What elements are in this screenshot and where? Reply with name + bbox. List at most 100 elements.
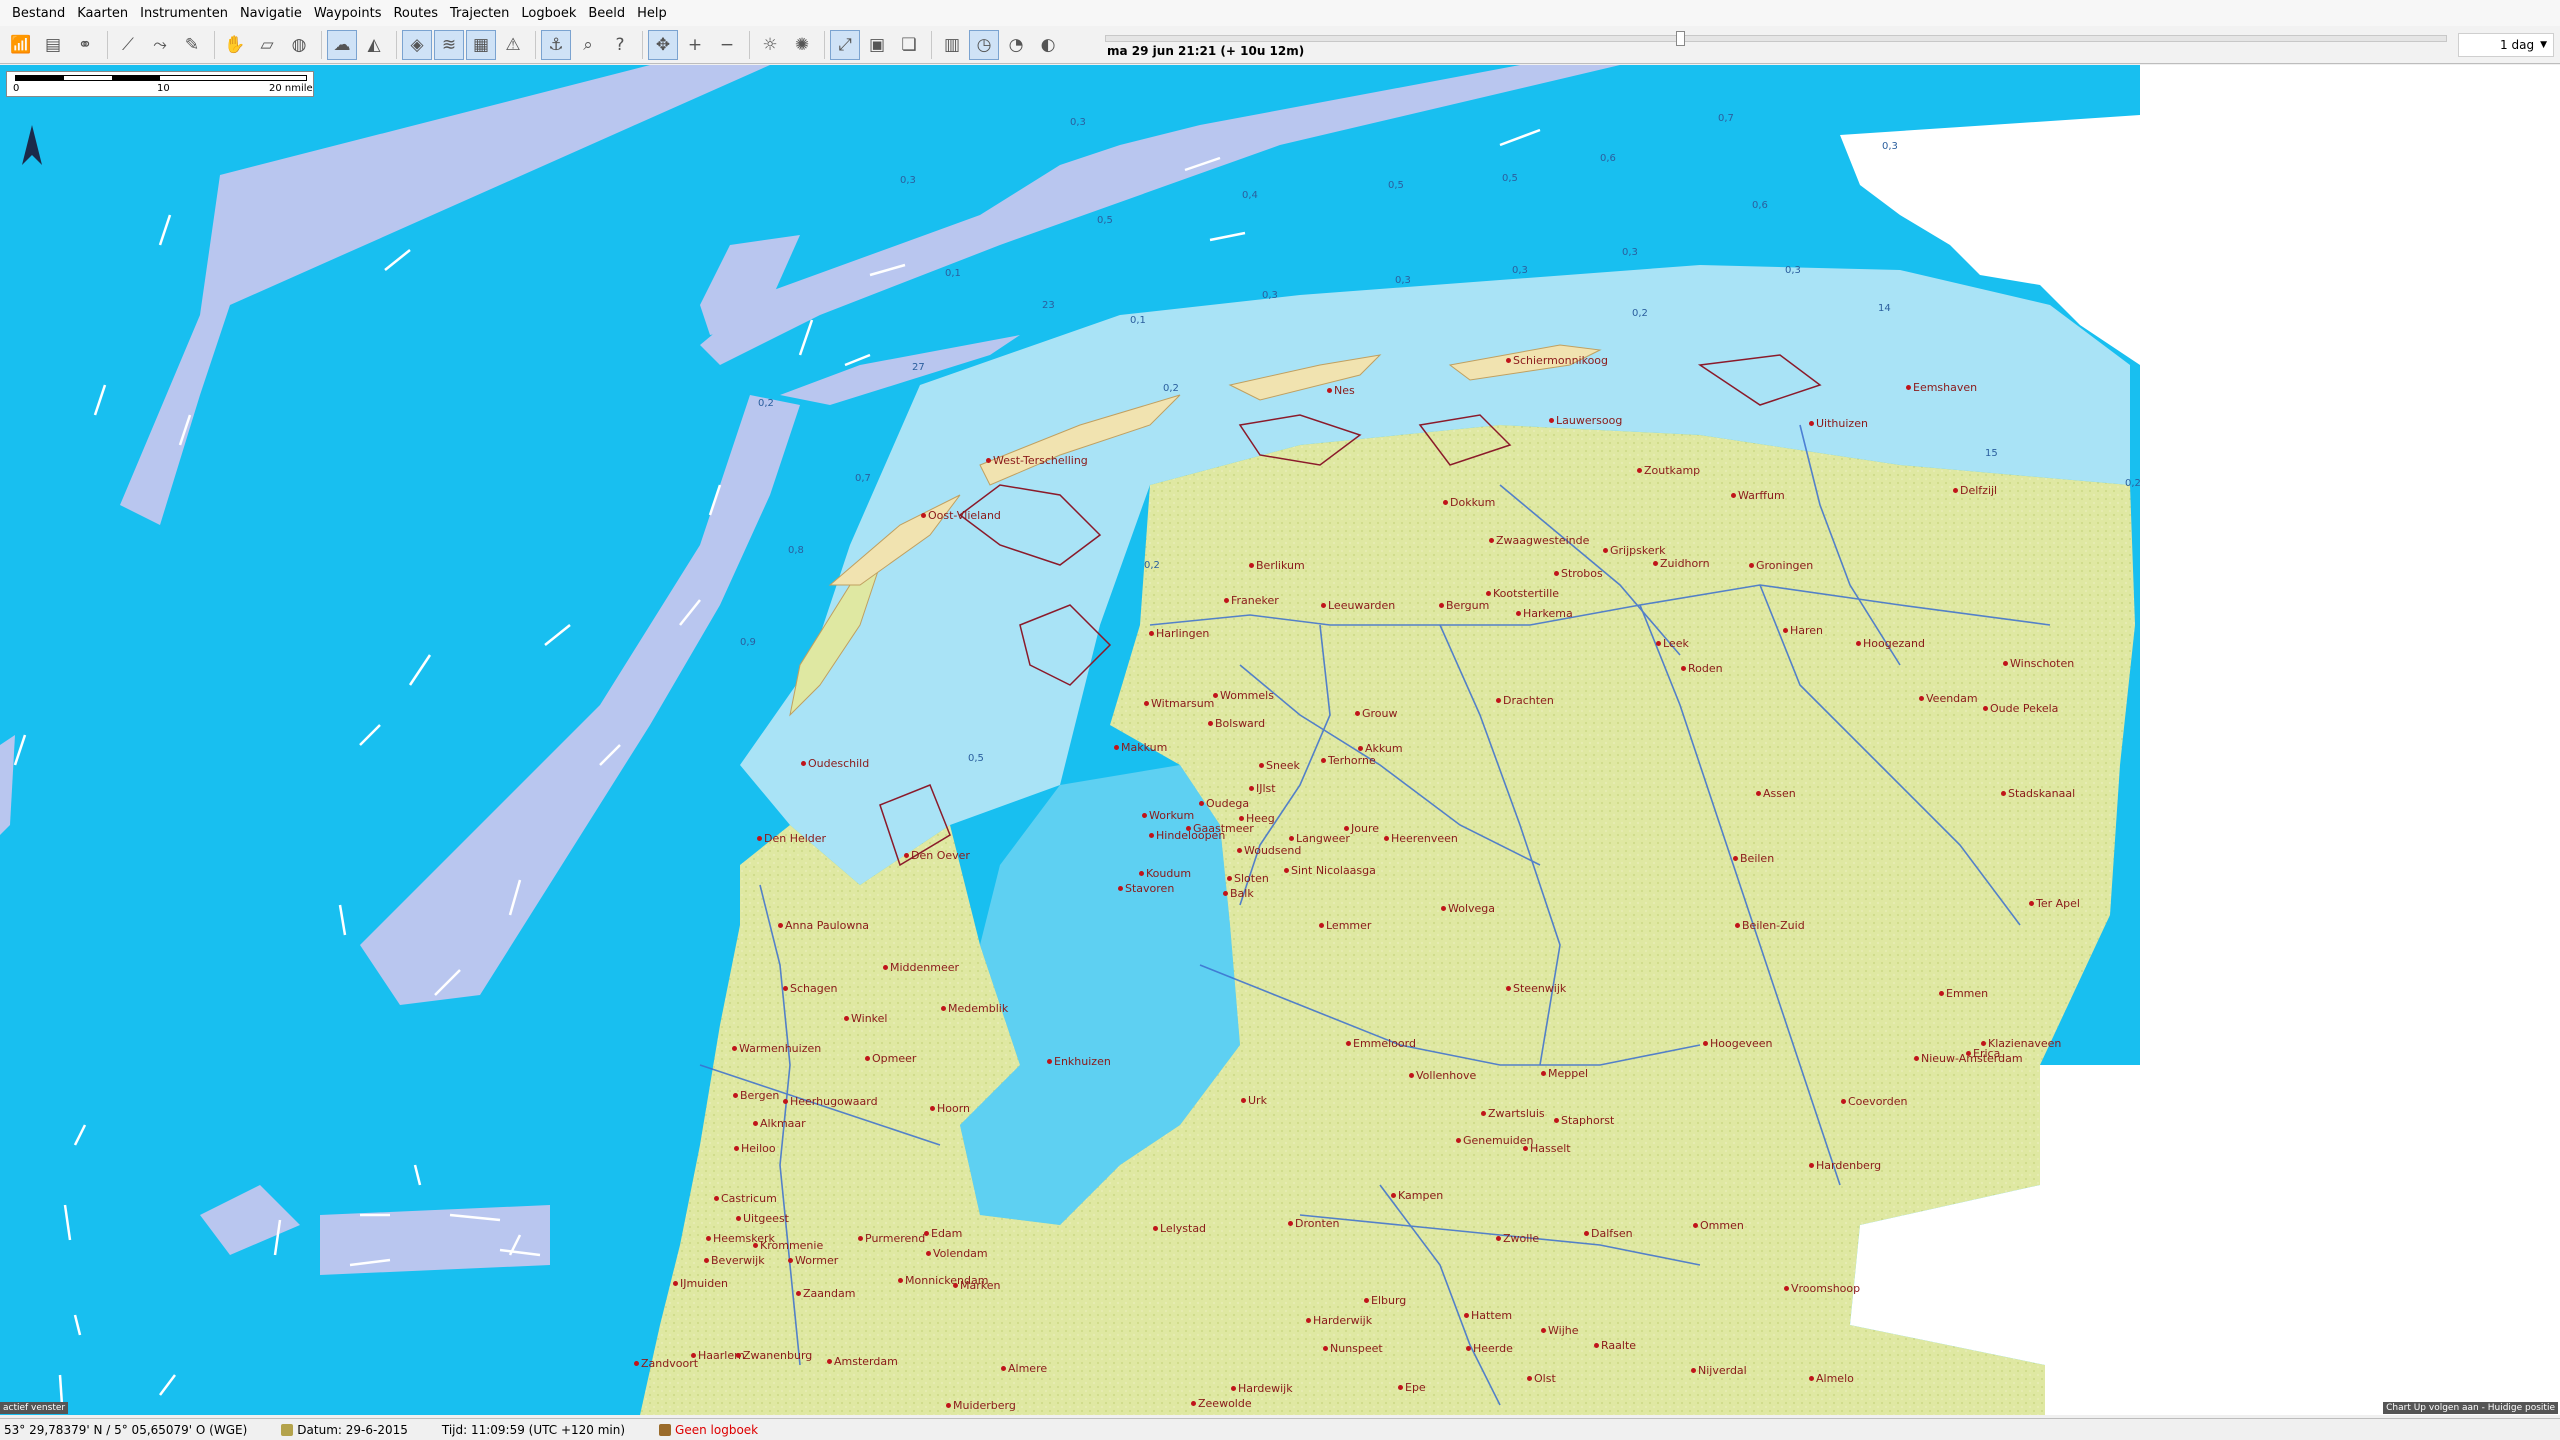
logbook-icon: [659, 1423, 672, 1436]
light-icon[interactable]: ✺: [787, 30, 817, 60]
place-label: Coevorden: [1840, 1095, 1908, 1108]
time-slider-track[interactable]: [1105, 31, 2447, 46]
grid-icon[interactable]: ▦: [466, 29, 496, 60]
zoom-in-icon[interactable]: +: [680, 30, 710, 60]
gauge-icon[interactable]: ◐: [1033, 30, 1063, 60]
track-icon[interactable]: ⤢: [830, 29, 860, 60]
depth-label: 27: [912, 362, 925, 373]
binoculars-icon[interactable]: ⚭: [70, 30, 100, 60]
place-label: Amsterdam: [827, 1355, 898, 1368]
map-canvas[interactable]: [0, 65, 2560, 1415]
place-label: Genemuiden: [1456, 1134, 1534, 1147]
menu-logboek[interactable]: Logboek: [515, 6, 582, 21]
ruler-icon[interactable]: ⟋: [113, 30, 143, 60]
signal-icon[interactable]: 📶: [6, 30, 36, 60]
chart-map[interactable]: 0 10 20 nmile Schiermonnikoog Nes Lauwerso…: [0, 65, 2560, 1415]
place-label: Lauwersoog: [1548, 414, 1623, 427]
place-label: Wijhe: [1541, 1324, 1579, 1337]
menu-kaarten[interactable]: Kaarten: [71, 6, 134, 21]
clock-icon[interactable]: ◷: [969, 29, 999, 60]
compass-icon[interactable]: ◈: [402, 29, 432, 60]
depth-label: 0,1: [945, 268, 961, 279]
box-icon[interactable]: ▥: [937, 30, 967, 60]
place-label: Sneek: [1259, 759, 1300, 772]
place-label: Olst: [1527, 1372, 1556, 1385]
depth-label: 0,5: [1502, 173, 1518, 184]
place-label: Zaandam: [795, 1287, 856, 1300]
place-label: Zwolle: [1495, 1232, 1540, 1245]
menu-routes[interactable]: Routes: [387, 6, 444, 21]
place-label: Uithuizen: [1809, 417, 1868, 430]
period-select[interactable]: 1 dag ▼: [2458, 33, 2554, 57]
place-label: Medemblik: [940, 1002, 1009, 1015]
menu-navigatie[interactable]: Navigatie: [234, 6, 308, 21]
warning-icon[interactable]: ⚠: [498, 30, 528, 60]
place-label: Haren: [1782, 624, 1824, 637]
place-label: Beilen: [1732, 852, 1775, 865]
layers-icon[interactable]: ❏: [894, 30, 924, 60]
date-field: Datum: 29-6-2015: [281, 1423, 408, 1437]
menu-bestand[interactable]: Bestand: [6, 6, 71, 21]
depth-label: 0,3: [1622, 247, 1638, 258]
toolbar-separator: [535, 30, 536, 59]
time-slider-thumb[interactable]: [1675, 31, 1685, 46]
weather-icon[interactable]: ☁: [327, 29, 357, 60]
instrument-icon[interactable]: ▤: [38, 30, 68, 60]
menu-help[interactable]: Help: [631, 6, 673, 21]
place-label: Uitgeest: [736, 1212, 789, 1225]
place-label: Nijverdal: [1691, 1364, 1747, 1377]
menu-beeld[interactable]: Beeld: [582, 6, 631, 21]
place-label: Zwaagwesteinde: [1488, 534, 1590, 547]
route-icon[interactable]: ⤳: [145, 30, 175, 60]
menu-trajecten[interactable]: Trajecten: [444, 6, 515, 21]
place-label: Eemshaven: [1905, 381, 1978, 394]
menu-instrumenten[interactable]: Instrumenten: [134, 6, 234, 21]
coordinates: 53° 29,78379' N / 5° 05,65079' O (WGE): [4, 1422, 248, 1437]
depth-label: 0,1: [1130, 315, 1146, 326]
toolbar-separator: [214, 30, 215, 59]
place-label: IJlst: [1249, 782, 1276, 795]
place-label: Delfzijl: [1952, 484, 1998, 497]
place-label: Wolvega: [1440, 902, 1496, 915]
place-label: Enkhuizen: [1047, 1055, 1111, 1068]
place-label: Harkema: [1516, 607, 1573, 620]
place-label: Wommels: [1213, 689, 1274, 702]
bulb-icon[interactable]: ☼: [755, 30, 785, 60]
place-label: Zoutkamp: [1636, 464, 1701, 477]
place-label: Ommen: [1693, 1219, 1744, 1232]
chart-area-icon[interactable]: ◭: [359, 30, 389, 60]
zoom-out-icon[interactable]: −: [712, 30, 742, 60]
place-label: Leek: [1656, 637, 1689, 650]
depth-label: 14: [1878, 303, 1891, 314]
chart-icon[interactable]: ▱: [252, 30, 282, 60]
tide-icon[interactable]: ≋: [434, 29, 464, 60]
place-label: Alkmaar: [753, 1117, 806, 1130]
pan-icon[interactable]: ✥: [648, 29, 678, 60]
place-label: Volendam: [926, 1247, 988, 1260]
place-label: Zwartsluis: [1481, 1107, 1545, 1120]
tools-icon[interactable]: ✎: [177, 30, 207, 60]
time-icon[interactable]: ◔: [1001, 30, 1031, 60]
depth-label: 0,2: [1144, 560, 1160, 571]
globe-icon[interactable]: ◍: [284, 30, 314, 60]
hand-icon[interactable]: ✋: [220, 30, 250, 60]
logbook-status[interactable]: Geen logboek: [659, 1423, 758, 1437]
menu-waypoints[interactable]: Waypoints: [308, 6, 388, 21]
place-label: Staphorst: [1553, 1114, 1615, 1127]
image-icon[interactable]: ▣: [862, 30, 892, 60]
scale-end: 20 nmile: [269, 83, 313, 94]
depth-label: 0,3: [1785, 265, 1801, 276]
place-label: Meppel: [1540, 1067, 1589, 1080]
place-label: Den Oever: [904, 849, 970, 862]
place-label: Koudum: [1138, 867, 1192, 880]
time-slider[interactable]: ma 29 jun 21:21 (+ 10u 12m): [1105, 30, 2450, 60]
depth-label: 15: [1985, 448, 1998, 459]
help-icon[interactable]: ?: [605, 30, 635, 60]
menu-bar: Bestand Kaarten Instrumenten Navigatie Waypo…: [0, 0, 2560, 26]
anchor-icon[interactable]: ⚓: [541, 29, 571, 60]
place-label: Dokkum: [1442, 496, 1496, 509]
depth-label: 0,3: [1512, 265, 1528, 276]
zoom-icon[interactable]: ⌕: [573, 30, 603, 60]
place-label: Strobos: [1554, 567, 1603, 580]
depth-label: 0,5: [968, 753, 984, 764]
